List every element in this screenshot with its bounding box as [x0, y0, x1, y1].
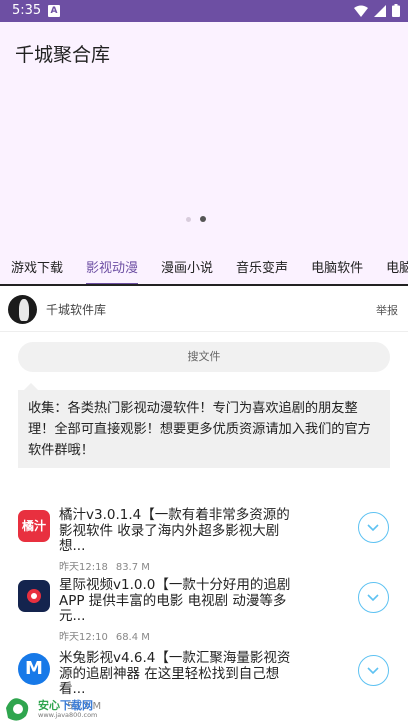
download-button[interactable] — [358, 512, 389, 543]
watermark-url: www.java800.com — [38, 711, 98, 719]
app-title: 米兔影视v4.6.4【一款汇聚海量影视资源的追剧神器 在这里轻松找到自己想看..… — [59, 650, 291, 697]
tab-pc-software[interactable]: 电脑软件 — [311, 244, 363, 284]
tab-pc-games[interactable]: 电脑游 — [386, 244, 408, 284]
app-size: 68.4 M — [115, 632, 150, 643]
watermark: 安心下载网 www.java800.com — [0, 694, 110, 725]
battery-icon — [392, 4, 400, 17]
planet-icon — [27, 589, 41, 603]
avatar[interactable] — [8, 295, 37, 324]
app-meta: 昨天12:10 68.4 M — [59, 628, 150, 643]
tab-video-anime[interactable]: 影视动漫 — [86, 244, 139, 284]
app-icon: 橘汁 — [18, 510, 50, 542]
app-icon — [18, 580, 50, 612]
download-icon — [367, 524, 379, 532]
list-item[interactable]: 星际视频v1.0.0【一款十分好用的追剧APP 提供丰富的电影 电视剧 动漫等多… — [0, 577, 408, 650]
app-meta: 昨天12:18 83.7 M — [59, 558, 150, 573]
tab-music-voice[interactable]: 音乐变声 — [236, 244, 288, 284]
author-name[interactable]: 千城软件库 — [46, 301, 106, 318]
app-time: 昨天12:18 — [59, 562, 108, 573]
tab-games[interactable]: 游戏下载 — [11, 244, 63, 284]
report-button[interactable]: 举报 — [376, 302, 398, 318]
app-icon: M — [18, 653, 50, 685]
download-icon — [367, 667, 379, 675]
carousel-indicator — [186, 216, 206, 222]
search-input[interactable]: 搜文件 — [18, 342, 390, 372]
app-title: 橘汁v3.0.1.4【一款有着非常多资源的影视软件 收录了海内外超多影视大剧 想… — [59, 507, 290, 554]
watermark-logo-icon — [6, 698, 29, 721]
category-tabs: 游戏下载 影视动漫 漫画小说 音乐变声 电脑软件 电脑游 — [0, 244, 408, 286]
status-bar: 5:35 A — [0, 0, 408, 22]
author-row: 千城软件库 举报 — [0, 288, 408, 332]
download-icon — [367, 594, 379, 602]
signal-icon — [374, 4, 386, 17]
app-title: 千城聚合库 — [15, 44, 111, 66]
header-banner: 千城聚合库 — [0, 22, 408, 244]
status-icons — [354, 4, 400, 17]
wifi-icon — [354, 5, 368, 17]
tab-comics-novels[interactable]: 漫画小说 — [161, 244, 213, 284]
app-size: 83.7 M — [115, 562, 150, 573]
notice-text: 收集：各类热门影视动漫软件！专门为喜欢追剧的朋友整理！全部可直接观影！想要更多优… — [18, 383, 390, 468]
app-time: 昨天12:10 — [59, 632, 108, 643]
list-item[interactable]: 橘汁 橘汁v3.0.1.4【一款有着非常多资源的影视软件 收录了海内外超多影视大… — [0, 507, 408, 580]
download-button[interactable] — [358, 582, 389, 613]
notification-icon: A — [48, 5, 60, 17]
status-time: 5:35 — [12, 3, 42, 18]
carousel-dot[interactable] — [186, 216, 191, 222]
download-button[interactable] — [358, 655, 389, 686]
app-title: 星际视频v1.0.0【一款十分好用的追剧APP 提供丰富的电影 电视剧 动漫等多… — [59, 577, 291, 624]
carousel-dot-active[interactable] — [200, 216, 206, 222]
